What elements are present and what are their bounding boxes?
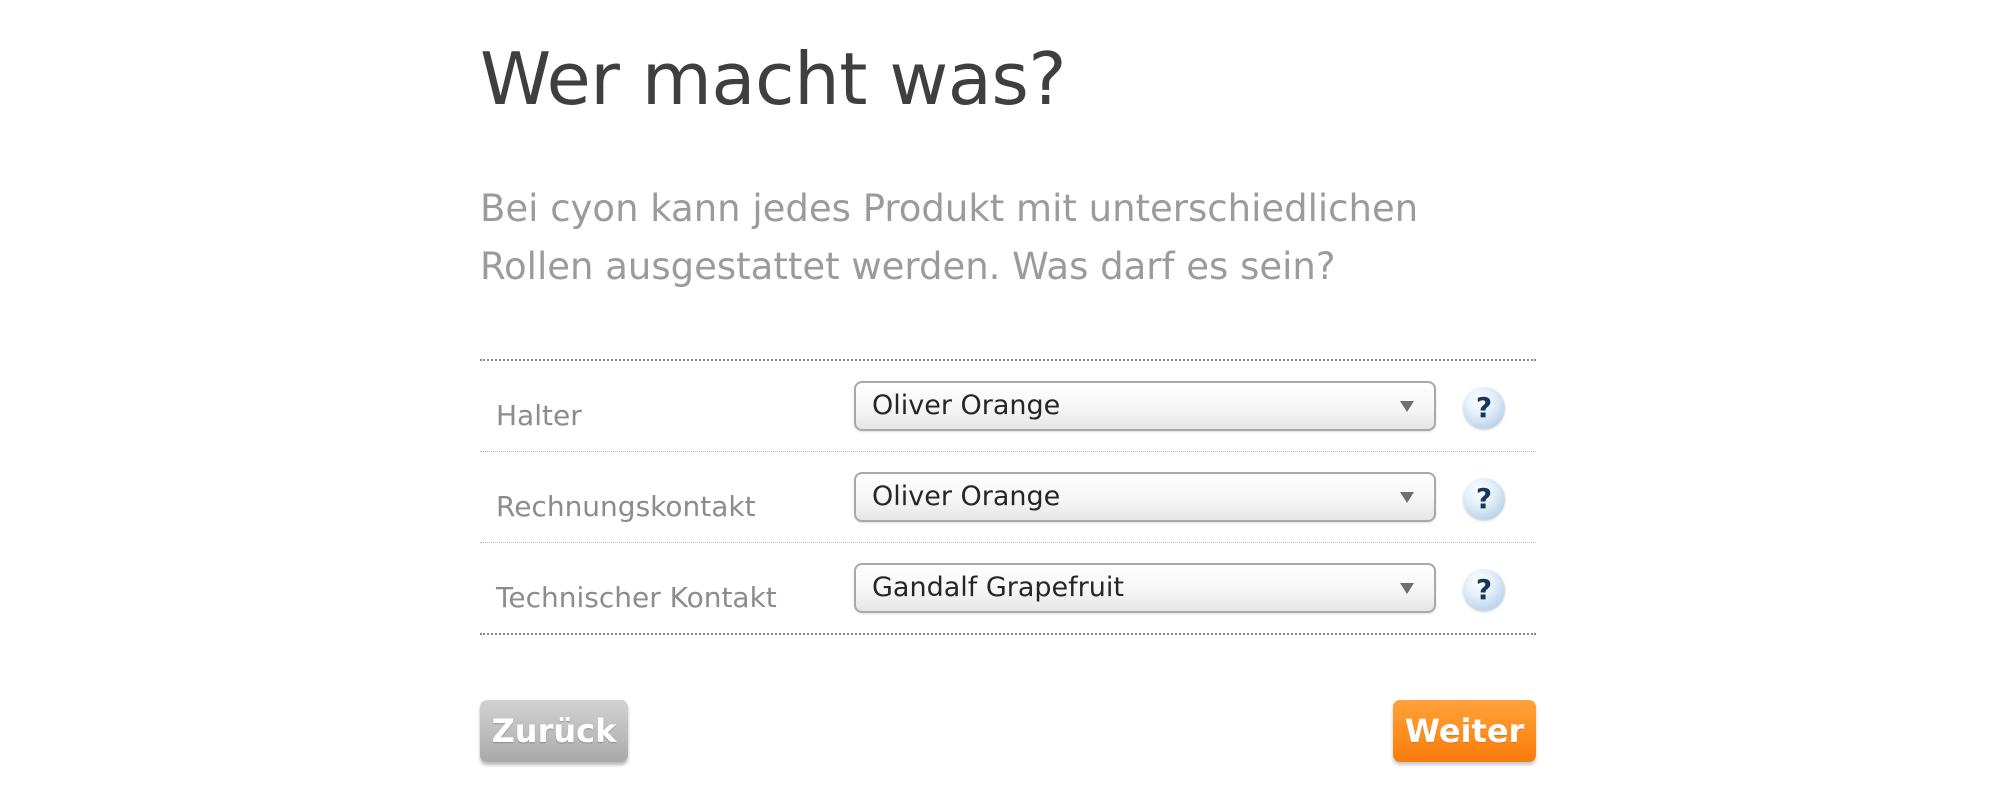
role-label-technischer-kontakt: Technischer Kontakt [496,581,777,614]
page-title: Wer macht was? [480,37,1067,121]
role-row-halter: Halter Oliver Orange ? [480,361,1536,451]
roles-form: Halter Oliver Orange ? Rechnungskontakt … [480,359,1536,635]
chevron-down-icon [1400,492,1414,503]
halter-select[interactable]: Oliver Orange [854,381,1436,431]
back-button[interactable]: Zurück [480,700,628,762]
technischer-kontakt-select-value: Gandalf Grapefruit [872,572,1124,603]
roles-page: Wer macht was? Bei cyon kann jedes Produ… [0,0,2010,786]
halter-select-value: Oliver Orange [872,390,1061,421]
rechnungskontakt-select-value: Oliver Orange [872,481,1061,512]
role-row-rechnungskontakt: Rechnungskontakt Oliver Orange ? [480,451,1536,542]
role-row-technischer-kontakt: Technischer Kontakt Gandalf Grapefruit ? [480,542,1536,633]
chevron-down-icon [1400,583,1414,594]
chevron-down-icon [1400,401,1414,412]
rechnungskontakt-select[interactable]: Oliver Orange [854,472,1436,522]
role-label-halter: Halter [496,399,582,432]
role-label-rechnungskontakt: Rechnungskontakt [496,490,756,523]
technischer-kontakt-select[interactable]: Gandalf Grapefruit [854,563,1436,613]
help-icon[interactable]: ? [1463,387,1505,429]
next-button[interactable]: Weiter [1393,700,1536,762]
help-icon[interactable]: ? [1463,478,1505,520]
intro-text: Bei cyon kann jedes Produkt mit untersch… [480,187,1419,288]
help-icon[interactable]: ? [1463,569,1505,611]
